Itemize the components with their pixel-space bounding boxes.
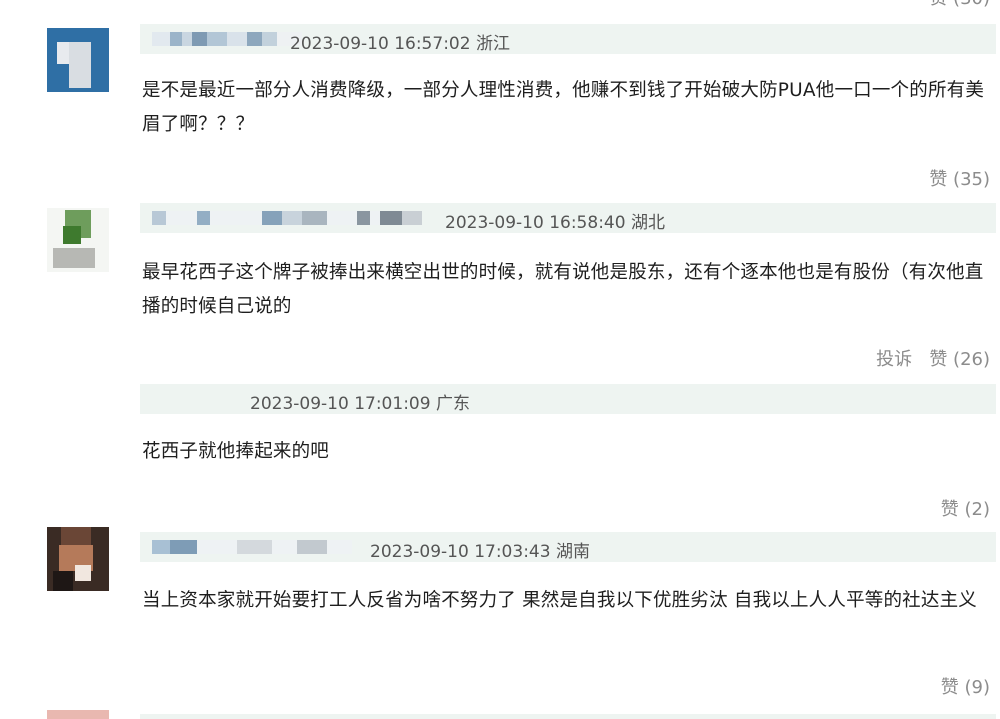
comment-actions: 投诉 赞 (26) xyxy=(876,345,990,371)
comment-meta-bar: 2023-09-10 16:58:40 湖北 xyxy=(140,203,996,233)
comment-meta-bar: 2023-09-10 17:03:43 湖南 xyxy=(140,532,996,562)
comment-text: 是不是最近一部分人消费降级，一部分人理性消费，他赚不到钱了开始破大防PUA他一口… xyxy=(142,80,985,135)
comment-meta-bar-partial xyxy=(140,714,996,719)
like-button-partial[interactable]: 赞 (30) xyxy=(929,0,990,10)
like-button[interactable]: 赞 (2) xyxy=(941,499,990,520)
comment-meta: 2023-09-10 17:03:43 湖南 xyxy=(370,537,590,562)
avatar[interactable] xyxy=(47,28,109,92)
comment-region: 湖南 xyxy=(555,542,590,562)
comment-actions: 赞 (2) xyxy=(941,495,990,521)
avatar-partial xyxy=(47,710,109,719)
comment-time: 2023-09-10 16:58:40 xyxy=(445,213,626,233)
blurred-username xyxy=(152,540,352,554)
blurred-username xyxy=(152,32,302,46)
comment-meta-bar: 2023-09-10 16:57:02 浙江 xyxy=(140,24,996,54)
avatar[interactable] xyxy=(47,527,109,591)
comment-time: 2023-09-10 17:01:09 xyxy=(250,394,431,414)
comment-actions: 赞 (9) xyxy=(941,673,990,699)
comment-time: 2023-09-10 17:03:43 xyxy=(370,542,551,562)
comment-actions: 赞 (35) xyxy=(929,165,990,191)
comment-text: 花西子就他捧起来的吧 xyxy=(142,441,330,462)
comment-meta: 2023-09-10 17:01:09 广东 xyxy=(250,389,470,414)
report-button[interactable]: 投诉 xyxy=(876,349,912,370)
like-button[interactable]: 赞 (9) xyxy=(941,677,990,698)
comment-meta: 2023-09-10 16:57:02 浙江 xyxy=(290,29,510,54)
comment-time: 2023-09-10 16:57:02 xyxy=(290,34,471,54)
comment-text: 当上资本家就开始要打工人反省为啥不努力了 果然是自我以下优胜劣汰 自我以上人人平… xyxy=(142,590,977,611)
comment-region: 湖北 xyxy=(630,213,665,233)
comment-meta-bar: 2023-09-10 17:01:09 广东 xyxy=(140,384,996,414)
blurred-username xyxy=(152,211,422,225)
avatar[interactable] xyxy=(47,208,109,272)
comment-text: 最早花西子这个牌子被捧出来横空出世的时候，就有说他是股东，还有个逐本他也是有股份… xyxy=(142,262,984,317)
comment-meta: 2023-09-10 16:58:40 湖北 xyxy=(445,208,665,233)
like-button[interactable]: 赞 (26) xyxy=(929,349,990,370)
like-button[interactable]: 赞 (35) xyxy=(929,169,990,190)
comment-region: 广东 xyxy=(435,394,470,414)
comment-region: 浙江 xyxy=(475,34,510,54)
